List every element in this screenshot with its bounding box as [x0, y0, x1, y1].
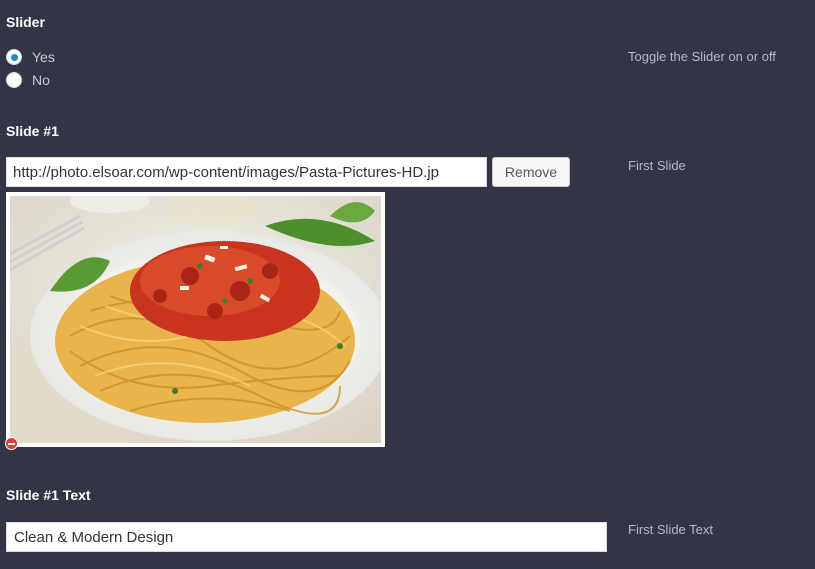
slider-option-yes[interactable]: Yes	[6, 48, 55, 66]
slide1-title: Slide #1	[6, 123, 59, 139]
slide1-image-preview	[6, 192, 385, 447]
slide1-text-input[interactable]	[6, 522, 607, 552]
slider-option-no[interactable]: No	[6, 71, 50, 89]
slider-help-text: Toggle the Slider on or off	[628, 49, 776, 64]
radio-no[interactable]	[6, 72, 22, 88]
slide1-text-title: Slide #1 Text	[6, 487, 91, 503]
slide1-url-input[interactable]	[6, 157, 487, 187]
radio-no-label: No	[32, 72, 50, 88]
remove-image-icon[interactable]	[5, 437, 18, 450]
slider-title: Slider	[6, 14, 45, 30]
remove-button[interactable]: Remove	[492, 157, 570, 187]
slide1-help-text: First Slide	[628, 158, 686, 173]
slide1-text-help: First Slide Text	[628, 522, 714, 537]
options-panel: Slider Yes No Toggle the Slider on or of…	[0, 0, 815, 569]
radio-yes-label: Yes	[32, 49, 55, 65]
pasta-photo	[10, 196, 381, 443]
radio-yes[interactable]	[6, 49, 22, 65]
